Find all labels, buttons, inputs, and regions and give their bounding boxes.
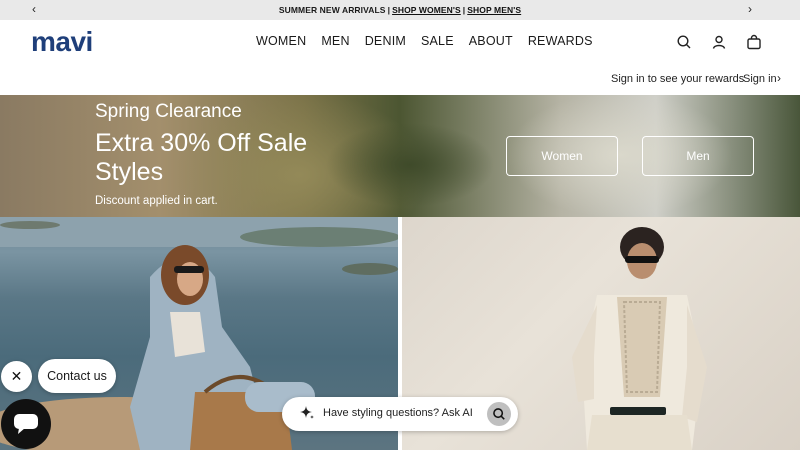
account-icon[interactable]	[711, 34, 727, 50]
announcement-separator: |	[387, 5, 391, 15]
nav-women[interactable]: WOMEN	[256, 34, 306, 48]
shop-mens-link[interactable]: SHOP MEN'S	[467, 5, 521, 15]
chat-button[interactable]	[1, 399, 51, 449]
search-icon[interactable]	[676, 34, 692, 50]
announcement-text: SUMMER NEW ARRIVALS	[278, 5, 386, 15]
nav-rewards[interactable]: REWARDS	[528, 34, 593, 48]
chevron-right-icon: ›	[777, 71, 781, 85]
nav-men[interactable]: MEN	[321, 34, 349, 48]
chat-bubble-icon	[14, 414, 38, 434]
shop-men-button[interactable]: Men	[642, 136, 754, 176]
main-nav: WOMEN MEN DENIM SALE ABOUT REWARDS	[256, 34, 593, 48]
nav-sale[interactable]: SALE	[421, 34, 454, 48]
close-icon: ✕	[10, 368, 23, 384]
announcement-prev-arrow[interactable]: ‹	[32, 2, 36, 16]
ai-assistant-bar[interactable]: Have styling questions? Ask AI	[282, 397, 518, 431]
announcement-bar: ‹ SUMMER NEW ARRIVALS | SHOP WOMEN'S | S…	[0, 0, 800, 20]
shop-womens-link[interactable]: SHOP WOMEN'S	[392, 5, 461, 15]
contact-us-button[interactable]: Contact us	[38, 359, 116, 393]
hero-note: Discount applied in cart.	[95, 195, 218, 207]
hero-headline: Extra 30% Off Sale Styles	[95, 129, 308, 186]
account-subheader: Sign in to see your rewards Sign in ›	[0, 64, 800, 95]
search-icon	[493, 408, 505, 420]
site-header: mavi WOMEN MEN DENIM SALE ABOUT REWARDS	[0, 20, 800, 64]
bag-icon[interactable]	[746, 34, 762, 50]
hero-banner: Spring Clearance Extra 30% Off Sale Styl…	[0, 95, 800, 217]
announcement-next-arrow[interactable]: ›	[748, 2, 752, 16]
ai-prompt-text: Have styling questions? Ask AI	[323, 407, 473, 419]
header-icons	[676, 34, 762, 50]
hero-eyebrow: Spring Clearance	[95, 101, 242, 122]
nav-about[interactable]: ABOUT	[469, 34, 513, 48]
ai-search-button[interactable]	[487, 402, 511, 426]
shop-women-button[interactable]: Women	[506, 136, 618, 176]
rewards-signin-link[interactable]: Sign in to see your rewards	[611, 73, 744, 85]
sparkle-icon	[300, 406, 314, 419]
mavi-logo[interactable]: mavi	[31, 27, 93, 57]
close-contact-button[interactable]: ✕	[1, 361, 32, 392]
signin-link[interactable]: Sign in	[743, 73, 777, 85]
nav-denim[interactable]: DENIM	[365, 34, 406, 48]
announcement-separator: |	[462, 5, 466, 15]
